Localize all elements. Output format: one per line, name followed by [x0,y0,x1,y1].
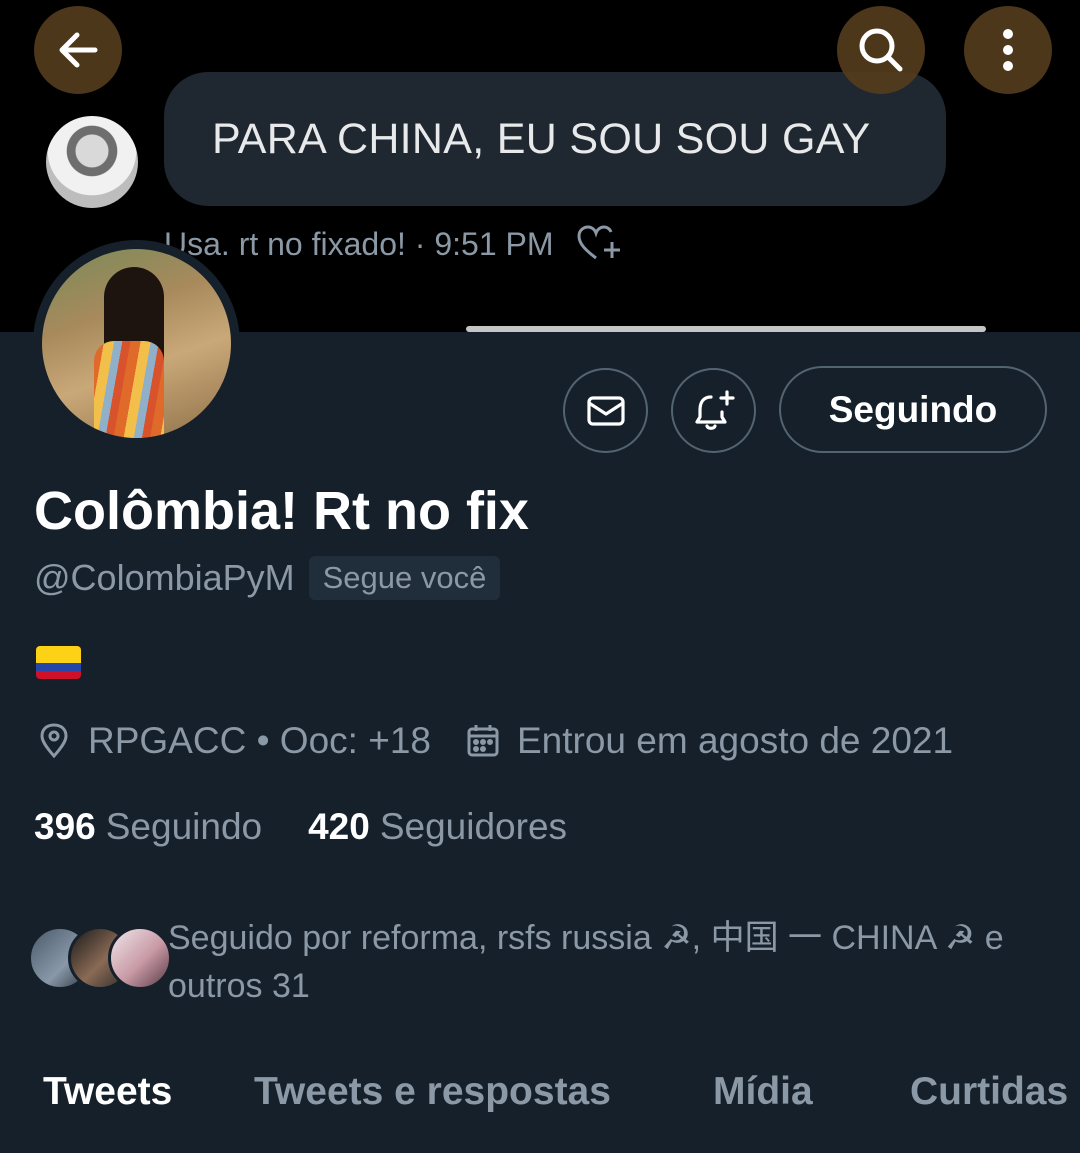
following-count: 396 [34,806,96,847]
tab-tweets[interactable]: Tweets [43,1070,172,1114]
followed-by-text: Seguido por reforma, rsfs russia ☭, 中国 一… [168,919,1004,1005]
profile-avatar[interactable] [33,240,240,447]
search-icon [859,28,903,72]
profile-location: RPGACC • Ooc: +18 [88,720,431,761]
profile-meta-row: RPGACC • Ooc: +18 Entrou em agosto de 20… [36,720,953,762]
followed-by-section[interactable]: Seguido por reforma, rsfs russia ☭, 中国 一… [28,914,1058,1014]
envelope-icon [586,395,625,426]
banner-meta: Usa. rt no fixado! · 9:51 PM [164,224,622,264]
back-button[interactable] [34,6,122,94]
display-name: Colômbia! Rt no fix [34,481,529,541]
avatar-dress-shape [94,341,164,438]
banner-message-bubble: PARA CHINA, EU SOU SOU GAY [164,72,946,206]
search-button[interactable] [837,6,925,94]
banner-meta-text: Usa. rt no fixado! · 9:51 PM [164,225,554,262]
banner-strip [466,326,986,332]
tab-tweets-and-replies[interactable]: Tweets e respostas [254,1070,611,1114]
more-options-button[interactable] [964,6,1052,94]
tab-likes[interactable]: Curtidas [910,1070,1068,1114]
user-handle: @ColombiaPyM [34,557,295,598]
following-count-link[interactable]: 396 Seguindo [34,806,262,848]
followers-count-link[interactable]: 420 Seguidores [308,806,567,848]
follower-avatars [28,926,172,992]
follow-counts: 396 Seguindo 420 Seguidores [34,806,567,848]
calendar-icon [467,725,499,757]
arrow-left-icon [59,32,98,68]
following-label: Seguindo [105,806,263,847]
colombia-flag-icon [36,646,81,679]
profile-avatar-image [42,249,231,438]
following-button[interactable]: Seguindo [779,366,1047,453]
more-vertical-icon [1003,29,1013,71]
followers-label: Seguidores [379,806,568,847]
bell-plus-icon [694,389,735,430]
banner-message-text: PARA CHINA, EU SOU SOU GAY [212,114,871,163]
followers-count: 420 [308,806,370,847]
message-button[interactable] [563,368,648,453]
avatar [108,926,172,990]
banner-avatar [46,116,138,208]
handle-row: @ColombiaPyM Segue você [34,556,501,600]
follows-you-badge: Segue você [308,556,501,600]
notifications-button[interactable] [671,368,756,453]
profile-joined-date: Entrou em agosto de 2021 [517,720,954,761]
profile-tabs: Tweets Tweets e respostas Mídia Curtidas [0,1070,1080,1130]
tab-media[interactable]: Mídia [713,1070,813,1114]
location-pin-icon [40,723,68,759]
heart-plus-icon [576,225,620,260]
